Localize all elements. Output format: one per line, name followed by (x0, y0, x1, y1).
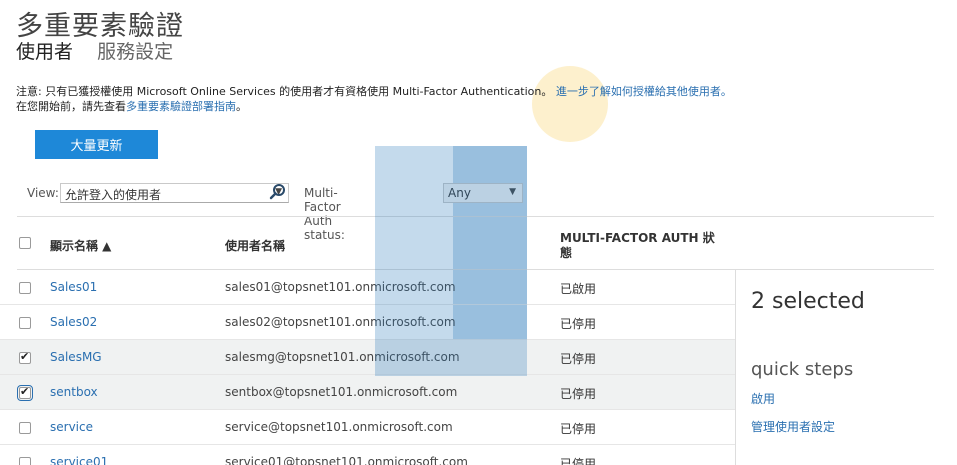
notice-suffix: 。 (236, 100, 247, 113)
side-panel-divider (735, 270, 736, 465)
row-checkbox[interactable] (19, 317, 31, 329)
search-icon[interactable] (269, 183, 287, 201)
table-row[interactable]: service service@topsnet101.onmicrosoft.c… (0, 410, 735, 445)
notice-text: 注意: 只有已獲授權使用 Microsoft Online Services 的… (16, 85, 553, 98)
mfa-status-cell: 已停用 (560, 422, 597, 436)
table-row[interactable]: Sales02 sales02@topsnet101.onmicrosoft.c… (0, 305, 735, 340)
watermark-block (375, 146, 527, 376)
tab-bar: 使用者 服務設定 (16, 37, 191, 64)
username-cell: service01@topsnet101.onmicrosoft.com (225, 455, 468, 465)
enable-mfa-link[interactable]: 啟用 (751, 390, 775, 407)
mfa-status-cell: 已停用 (560, 457, 597, 465)
user-display-name-link[interactable]: SalesMG (50, 350, 102, 364)
deployment-guide-link[interactable]: 多重要素驗證部署指南 (126, 100, 236, 113)
mfa-status-cell: 已停用 (560, 317, 597, 331)
mfa-status-cell: 已停用 (560, 387, 597, 401)
quick-steps-heading: quick steps (751, 359, 854, 380)
user-display-name-link[interactable]: sentbox (50, 385, 98, 399)
table-row[interactable]: SalesMG salesmg@topsnet101.onmicrosoft.c… (0, 340, 735, 375)
row-checkbox[interactable] (19, 457, 31, 465)
table-row[interactable]: Sales01 sales01@topsnet101.onmicrosoft.c… (0, 270, 735, 305)
select-all-checkbox[interactable] (19, 237, 31, 249)
view-label: View: (27, 186, 59, 200)
column-display-name[interactable]: 顯示名稱 ▲ (50, 237, 111, 254)
username-cell: service@topsnet101.onmicrosoft.com (225, 420, 453, 434)
view-select[interactable]: 允許登入的使用者 ▼ (60, 183, 289, 203)
user-display-name-link[interactable]: Sales02 (50, 315, 97, 329)
tab-service-settings[interactable]: 服務設定 (97, 37, 173, 64)
license-notice: 注意: 只有已獲授權使用 Microsoft Online Services 的… (16, 84, 732, 114)
table-row[interactable]: sentbox sentbox@topsnet101.onmicrosoft.c… (0, 375, 735, 410)
username-cell: sentbox@topsnet101.onmicrosoft.com (225, 385, 458, 399)
selected-count: 2 selected (751, 289, 865, 314)
column-mfa-status-cont: 態 (560, 246, 573, 260)
mfa-status-cell: 已停用 (560, 352, 597, 366)
notice-prefix: 在您開始前，請先查看 (16, 100, 126, 113)
manage-user-settings-link[interactable]: 管理使用者設定 (751, 418, 835, 435)
user-display-name-link[interactable]: service (50, 420, 93, 434)
table-header: 顯示名稱 ▲ 使用者名稱 MULTI-FACTOR AUTH 狀 態 (0, 217, 735, 269)
column-username[interactable]: 使用者名稱 (225, 237, 285, 254)
row-checkbox[interactable] (19, 422, 31, 434)
column-mfa-status[interactable]: MULTI-FACTOR AUTH 狀 (560, 229, 715, 246)
mfa-status-cell: 已啟用 (560, 282, 597, 296)
table-row[interactable]: service01 service01@topsnet101.onmicroso… (0, 445, 735, 465)
view-select-value: 允許登入的使用者 (65, 188, 162, 202)
license-info-link[interactable]: 進一步了解如何授權給其他使用者。 (556, 85, 732, 98)
row-checkbox[interactable] (17, 385, 33, 401)
tab-users[interactable]: 使用者 (16, 37, 73, 64)
row-checkbox[interactable] (19, 350, 31, 364)
user-display-name-link[interactable]: service01 (50, 455, 108, 465)
bulk-update-button[interactable]: 大量更新 (35, 130, 158, 159)
user-display-name-link[interactable]: Sales01 (50, 280, 97, 294)
row-checkbox[interactable] (19, 282, 31, 294)
